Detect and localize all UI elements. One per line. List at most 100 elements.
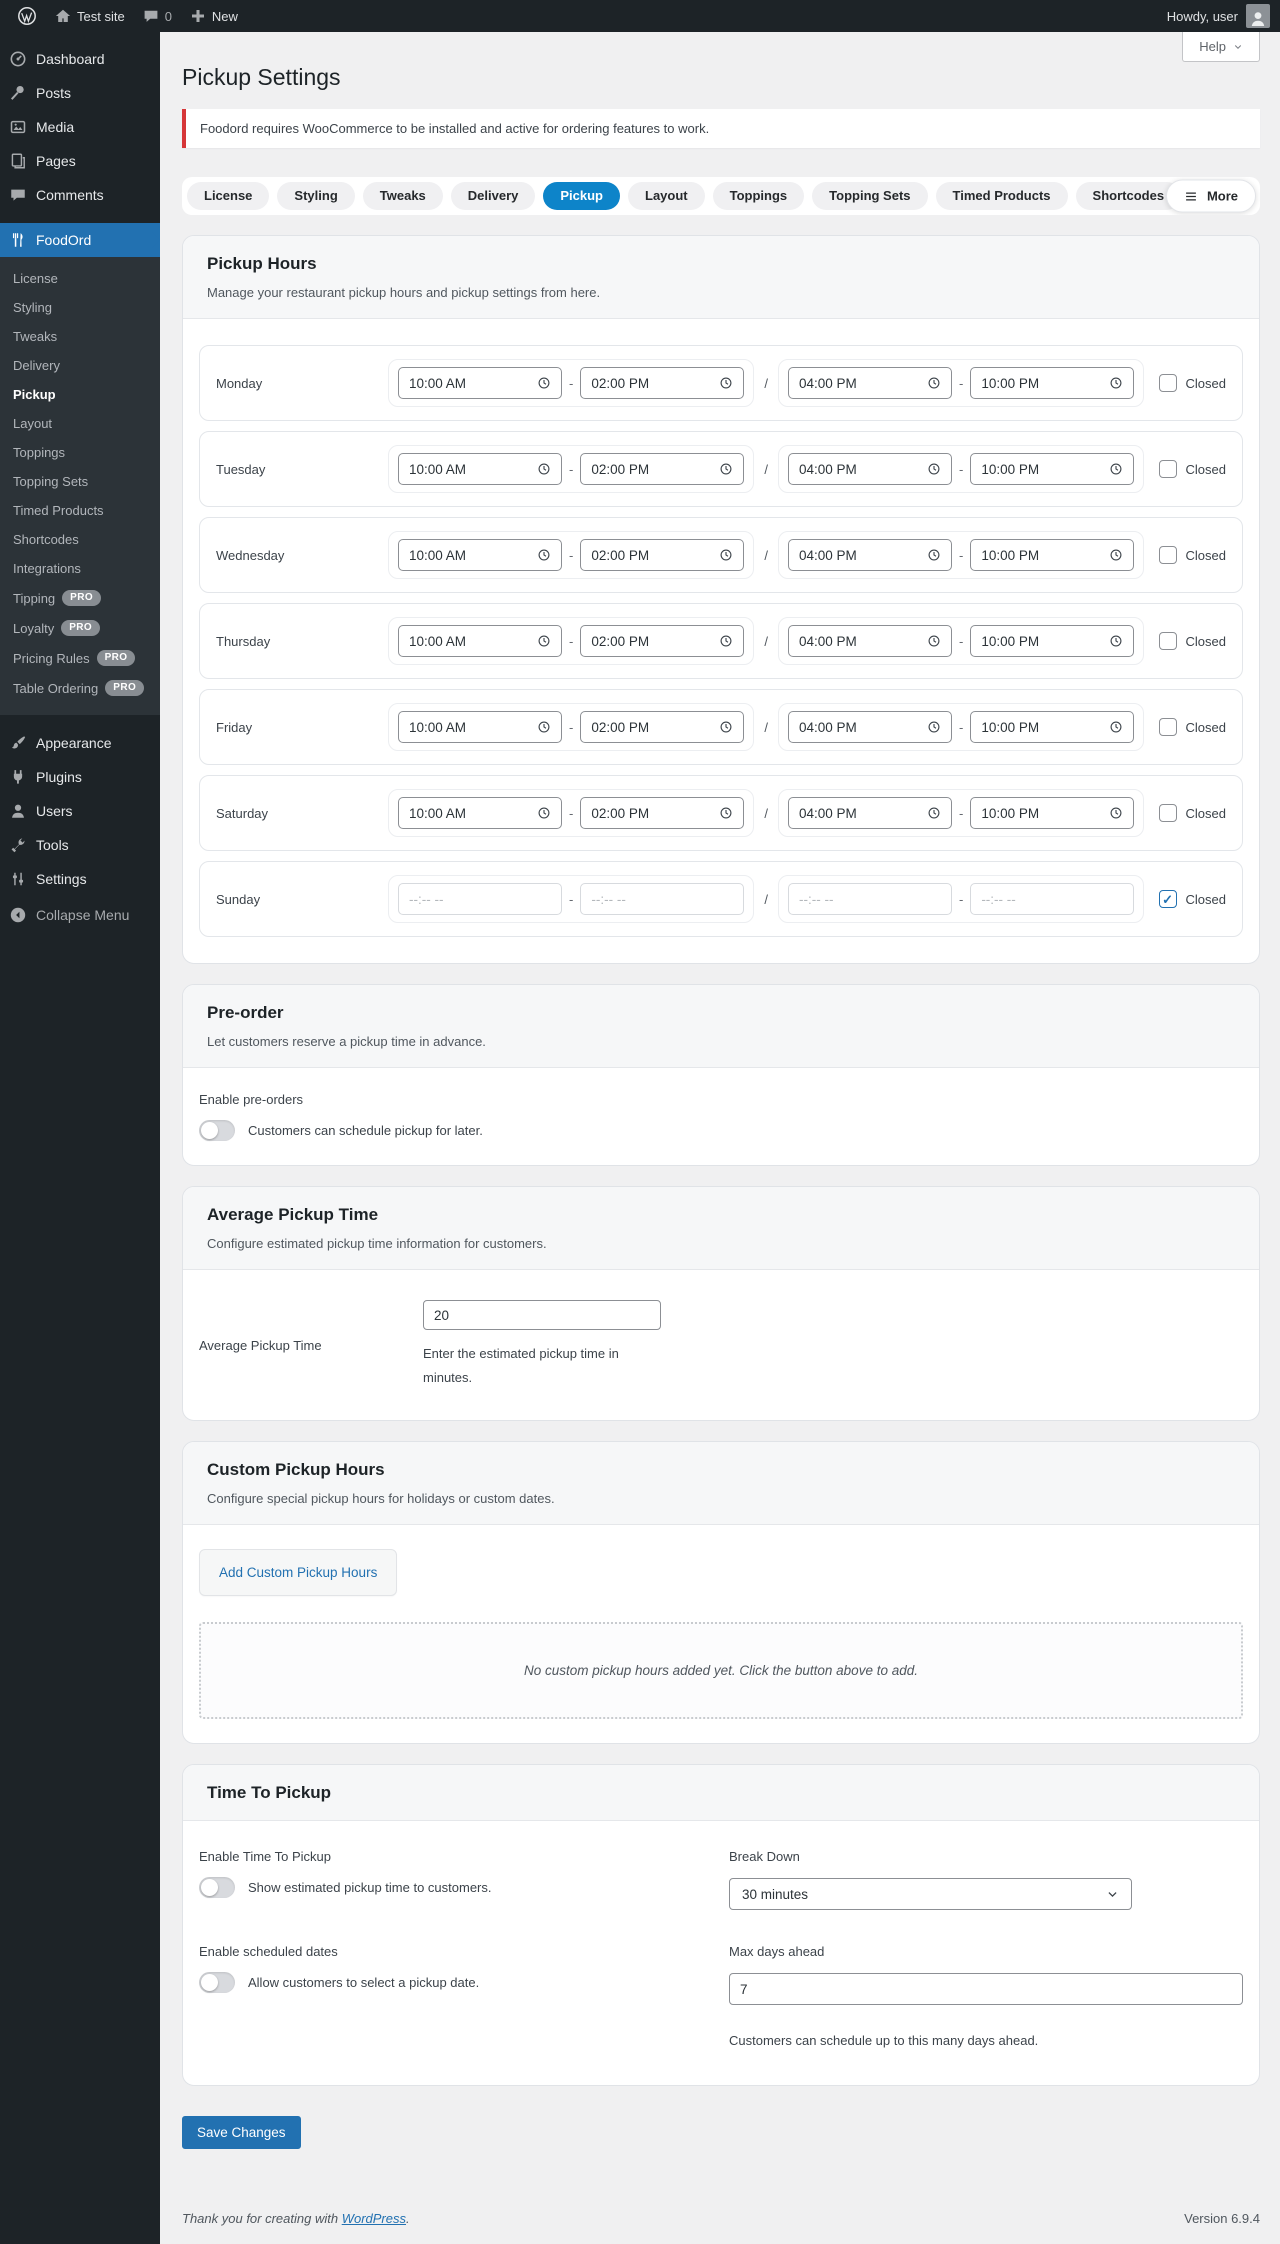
wordpress-link[interactable]: WordPress — [342, 2211, 406, 2226]
time-input[interactable]: 10:00 PM — [970, 797, 1135, 829]
hamburger-icon — [1184, 189, 1198, 203]
closed-checkbox[interactable] — [1158, 374, 1177, 392]
time-input[interactable]: 10:00 PM — [970, 625, 1135, 657]
time-input[interactable]: 10:00 AM — [398, 367, 562, 399]
wordpress-logo-menu[interactable] — [8, 0, 46, 32]
howdy-user-link[interactable]: Howdy, user — [1167, 9, 1238, 24]
time-input[interactable]: 10:00 AM — [398, 711, 562, 743]
sidebar-item-dashboard[interactable]: Dashboard — [0, 42, 160, 76]
sidebar-item-posts[interactable]: Posts — [0, 76, 160, 110]
submenu-item-layout[interactable]: Layout — [0, 409, 160, 438]
more-tabs-button[interactable]: More — [1165, 179, 1256, 213]
tab-tweaks[interactable]: Tweaks — [362, 182, 443, 210]
avatar[interactable] — [1246, 4, 1270, 28]
time-input[interactable]: 04:00 PM — [787, 367, 952, 399]
time-input[interactable]: 10:00 PM — [970, 539, 1135, 571]
collapse-menu-button[interactable]: Collapse Menu — [0, 898, 160, 932]
submenu-item-table-ordering[interactable]: Table Ordering PRO — [0, 673, 160, 703]
help-dropdown-button[interactable]: Help — [1182, 32, 1260, 62]
time-value: 04:00 PM — [798, 719, 857, 735]
submenu-item-integrations[interactable]: Integrations — [0, 554, 160, 583]
closed-checkbox[interactable] — [1158, 546, 1177, 564]
average-pickup-time-input[interactable] — [423, 1300, 661, 1330]
submenu-item-delivery[interactable]: Delivery — [0, 351, 160, 380]
enable-ttp-help: Show estimated pickup time to customers. — [248, 1880, 492, 1896]
time-value: 10:00 PM — [981, 719, 1040, 735]
submenu-item-styling[interactable]: Styling — [0, 293, 160, 322]
time-input[interactable]: 10:00 AM — [398, 453, 562, 485]
enable-preorders-toggle[interactable] — [199, 1120, 235, 1141]
tab-license[interactable]: License — [187, 182, 270, 210]
tab-topping-sets[interactable]: Topping Sets — [812, 182, 928, 210]
time-input[interactable]: 02:00 PM — [580, 367, 745, 399]
submenu-item-toppings[interactable]: Toppings — [0, 438, 160, 467]
time-value: 10:00 PM — [981, 547, 1040, 563]
time-value: 04:00 PM — [798, 547, 857, 563]
time-input[interactable]: 10:00 PM — [970, 453, 1135, 485]
time-input[interactable]: 02:00 PM — [580, 797, 745, 829]
comments-counter-link[interactable]: 0 — [134, 0, 181, 32]
time-input[interactable]: 02:00 PM — [580, 453, 745, 485]
time-input[interactable]: 02:00 PM — [580, 711, 745, 743]
tab-styling[interactable]: Styling — [277, 182, 355, 210]
closed-checkbox[interactable] — [1158, 460, 1177, 478]
time-input[interactable]: 04:00 PM — [787, 797, 952, 829]
max-days-input[interactable] — [729, 1973, 1243, 2006]
time-input[interactable]: 02:00 PM — [580, 539, 745, 571]
save-changes-button[interactable]: Save Changes — [182, 2116, 301, 2150]
clock-icon — [719, 462, 733, 476]
time-input[interactable]: 04:00 PM — [787, 539, 952, 571]
submenu-item-pickup[interactable]: Pickup — [0, 380, 160, 409]
closed-checkbox[interactable] — [1158, 804, 1177, 822]
tab-timed-products[interactable]: Timed Products — [935, 182, 1068, 210]
sidebar-item-settings[interactable]: Settings — [0, 862, 160, 896]
sidebar-item-pages[interactable]: Pages — [0, 144, 160, 178]
enable-scheduled-toggle[interactable] — [199, 1972, 235, 1994]
time-input[interactable]: 04:00 PM — [787, 625, 952, 657]
submenu-item-loyalty[interactable]: Loyalty PRO — [0, 613, 160, 643]
tab-pickup[interactable]: Pickup — [543, 182, 620, 210]
breakdown-select[interactable]: 30 minutes — [729, 1878, 1132, 1911]
clock-icon — [537, 548, 551, 562]
chevron-down-icon — [1106, 1888, 1119, 1901]
range-separator: - — [958, 719, 964, 735]
tab-layout[interactable]: Layout — [628, 182, 705, 210]
submenu-item-license[interactable]: License — [0, 264, 160, 293]
card-body: Enable pre-orders Customers can schedule… — [183, 1068, 1259, 1165]
time-input[interactable]: 10:00 PM — [970, 367, 1135, 399]
time-slot-group: 04:00 PM - 10:00 PM — [777, 789, 1145, 837]
time-input[interactable]: 10:00 AM — [398, 797, 562, 829]
section-title: Average Pickup Time — [207, 1205, 379, 1224]
time-input[interactable]: 10:00 PM — [970, 711, 1135, 743]
closed-checkbox[interactable] — [1158, 718, 1177, 736]
sidebar-item-media[interactable]: Media — [0, 110, 160, 144]
new-content-link[interactable]: New — [181, 0, 247, 32]
site-name-link[interactable]: Test site — [46, 0, 134, 32]
sidebar-item-foodord[interactable]: FoodOrd — [0, 223, 160, 257]
tab-delivery[interactable]: Delivery — [450, 182, 536, 210]
sidebar-item-label: Settings — [36, 871, 87, 887]
time-input[interactable]: 04:00 PM — [787, 711, 952, 743]
sidebar-item-users[interactable]: Users — [0, 794, 160, 828]
sidebar-item-comments[interactable]: Comments — [0, 178, 160, 212]
time-input[interactable]: 10:00 AM — [398, 539, 562, 571]
time-slot-group: 10:00 AM - 02:00 PM — [388, 359, 755, 407]
time-input[interactable]: 02:00 PM — [580, 625, 745, 657]
sidebar-item-appearance[interactable]: Appearance — [0, 726, 160, 760]
time-input[interactable]: 04:00 PM — [787, 453, 952, 485]
range-separator: - — [958, 547, 964, 563]
enable-ttp-toggle[interactable] — [199, 1877, 235, 1899]
closed-checkbox[interactable] — [1158, 632, 1177, 650]
submenu-item-tipping[interactable]: Tipping PRO — [0, 583, 160, 613]
submenu-item-tweaks[interactable]: Tweaks — [0, 322, 160, 351]
sidebar-item-tools[interactable]: Tools — [0, 828, 160, 862]
tab-toppings[interactable]: Toppings — [712, 182, 805, 210]
add-custom-hours-button[interactable]: Add Custom Pickup Hours — [199, 1549, 398, 1597]
sidebar-item-plugins[interactable]: Plugins — [0, 760, 160, 794]
time-input[interactable]: 10:00 AM — [398, 625, 562, 657]
submenu-item-pricing-rules[interactable]: Pricing Rules PRO — [0, 643, 160, 673]
submenu-item-shortcodes[interactable]: Shortcodes — [0, 525, 160, 554]
submenu-item-timed-products[interactable]: Timed Products — [0, 496, 160, 525]
submenu-item-topping-sets[interactable]: Topping Sets — [0, 467, 160, 496]
closed-checkbox[interactable]: ✓ — [1158, 890, 1177, 908]
